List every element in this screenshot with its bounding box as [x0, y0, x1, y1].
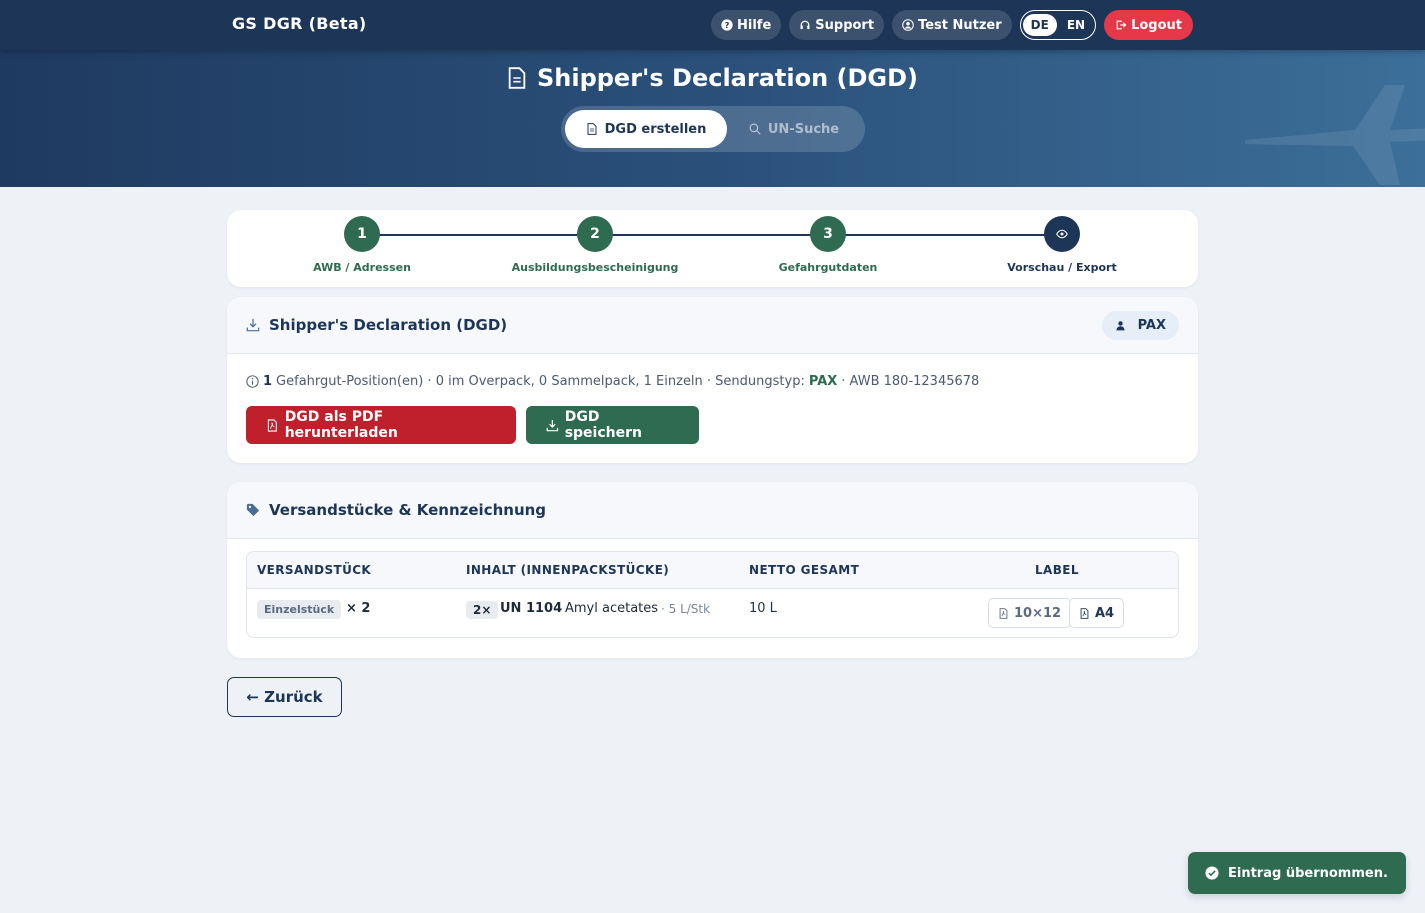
awb-number: · AWB 180-12345678 [841, 374, 980, 389]
tab-dgd-create[interactable]: DGD erstellen [565, 110, 727, 148]
tag-icon [246, 503, 260, 517]
save-dgd-button[interactable]: DGD speichern [526, 406, 699, 444]
col-inhalt: INHALT (INNENPACKSTÜCKE) [466, 563, 670, 577]
col-label: LABEL [1035, 563, 1079, 577]
step-awb-adressen[interactable]: 1 AWB / Adressen [262, 216, 462, 274]
step-number: 1 [344, 216, 380, 252]
check-circle-icon [1205, 866, 1219, 880]
help-button[interactable]: ? Hilfe [711, 10, 782, 40]
inner-quantity-badge: 2× [466, 601, 499, 619]
stepper-connector-line [362, 234, 1062, 236]
document-icon [587, 123, 597, 135]
download-pdf-label: DGD als PDF herunterladen [284, 409, 398, 441]
tab-un-search[interactable]: UN-Suche [727, 110, 861, 148]
step-current-indicator [1044, 216, 1080, 252]
dgd-card-title: Shipper's Declaration (DGD) [269, 316, 508, 334]
download-icon [546, 419, 559, 431]
shipment-type: PAX [808, 374, 838, 389]
user-circle-icon [902, 19, 914, 31]
user-icon [1115, 321, 1125, 331]
progress-stepper: 1 AWB / Adressen 2 Ausbildungsbescheinig… [227, 210, 1198, 287]
step-gefahrgutdaten[interactable]: 3 Gefahrgutdaten [728, 216, 928, 274]
packages-card-title: Versandstücke & Kennzeichnung [269, 501, 547, 519]
mode-tabs: DGD erstellen UN-Suche [561, 106, 865, 152]
dgd-summary: 1 Gefahrgut-Position(en) · 0 im Overpack… [246, 374, 979, 389]
step-vorschau-export[interactable]: Vorschau / Export [962, 216, 1162, 274]
package-type-badge: Einzelstück [257, 600, 342, 619]
summary-text: Gefahrgut-Position(en) · 0 im Overpack, … [276, 374, 805, 389]
download-icon [246, 318, 260, 332]
question-circle-icon: ? [721, 19, 733, 31]
user-name: Test Nutzer [918, 17, 1002, 33]
eye-icon [1056, 229, 1068, 239]
document-icon [508, 67, 526, 89]
table-header: VERSANDSTÜCK INHALT (INNENPACKSTÜCKE) NE… [247, 552, 1178, 589]
step-number: 3 [810, 216, 846, 252]
page-title-text: Shipper's Declaration (DGD) [536, 64, 919, 92]
per-unit-quantity: · 5 L/Stk [661, 602, 711, 616]
app-brand[interactable]: GS DGR (Beta) [232, 14, 367, 33]
lang-de-option[interactable]: DE [1022, 14, 1057, 36]
substance-name: Amyl acetates [565, 601, 659, 616]
position-count: 1 [263, 374, 273, 389]
logout-icon [1116, 20, 1127, 30]
packages-table: VERSANDSTÜCK INHALT (INNENPACKSTÜCKE) NE… [246, 551, 1179, 638]
info-circle-icon [246, 375, 259, 388]
pax-badge-label: PAX [1137, 318, 1166, 333]
step-ausbildungsbescheinigung[interactable]: 2 Ausbildungsbescheinigung [495, 216, 695, 274]
packages-card: Versandstücke & Kennzeichnung VERSANDSTÜ… [227, 482, 1198, 658]
un-number: UN 1104 [500, 601, 563, 616]
save-dgd-label: DGD speichern [564, 409, 642, 441]
table-row: Einzelstück × 2 2× UN 1104 Amyl acetates… [247, 589, 1178, 637]
success-toast: Eintrag übernommen. [1188, 852, 1406, 894]
hero-banner: Shipper's Declaration (DGD) DGD erstelle… [0, 50, 1425, 187]
pdf-file-icon [999, 607, 1008, 619]
label-a4-button[interactable]: A4 [1069, 598, 1125, 628]
label-10x12-button[interactable]: 10×12 [988, 598, 1072, 628]
col-netto-gesamt: NETTO GESAMT [749, 563, 860, 577]
step-number: 2 [577, 216, 613, 252]
col-versandstueck: VERSANDSTÜCK [257, 563, 372, 577]
step-label: Ausbildungsbescheinigung [511, 261, 679, 274]
support-label: Support [815, 17, 875, 33]
step-label: Gefahrgutdaten [778, 261, 878, 274]
download-pdf-button[interactable]: DGD als PDF herunterladen [246, 406, 516, 444]
help-label: Hilfe [737, 17, 772, 33]
page-title: Shipper's Declaration (DGD) [0, 64, 1425, 92]
packages-card-header: Versandstücke & Kennzeichnung [227, 482, 1198, 539]
headset-icon [800, 20, 810, 30]
user-menu-button[interactable]: Test Nutzer [892, 10, 1012, 40]
logout-label: Logout [1131, 17, 1182, 33]
toast-message: Eintrag übernommen. [1228, 865, 1388, 881]
label-a4-text: A4 [1095, 605, 1115, 621]
search-icon [749, 123, 761, 135]
back-button[interactable]: ← Zurück [227, 677, 342, 717]
tab-dgd-create-label: DGD erstellen [604, 121, 707, 137]
net-total: 10 L [749, 601, 777, 616]
airplane-watermark-icon [1245, 85, 1425, 185]
support-button[interactable]: Support [789, 10, 885, 40]
pdf-file-icon [1080, 607, 1089, 619]
dgd-export-card: Shipper's Declaration (DGD) PAX 1 Gefahr… [227, 297, 1198, 463]
dgd-card-header: Shipper's Declaration (DGD) PAX [227, 297, 1198, 354]
dgd-actions: DGD als PDF herunterladen DGD speichern [246, 406, 699, 444]
label-10x12-text: 10×12 [1014, 605, 1062, 621]
pax-badge: PAX [1101, 311, 1179, 340]
language-toggle[interactable]: DE EN [1019, 10, 1097, 40]
pdf-file-icon [267, 418, 277, 432]
package-multiplier: × 2 [346, 601, 371, 616]
top-navbar: GS DGR (Beta) ? Hilfe Support Test Nutze… [0, 0, 1425, 50]
nav-actions: ? Hilfe Support Test Nutzer DE EN Logout [711, 10, 1193, 40]
step-label: Vorschau / Export [1007, 261, 1117, 274]
step-label: AWB / Adressen [313, 261, 411, 274]
tab-un-search-label: UN-Suche [767, 121, 840, 137]
logout-button[interactable]: Logout [1104, 10, 1193, 40]
svg-text:?: ? [725, 20, 730, 30]
lang-en-option[interactable]: EN [1059, 14, 1093, 36]
